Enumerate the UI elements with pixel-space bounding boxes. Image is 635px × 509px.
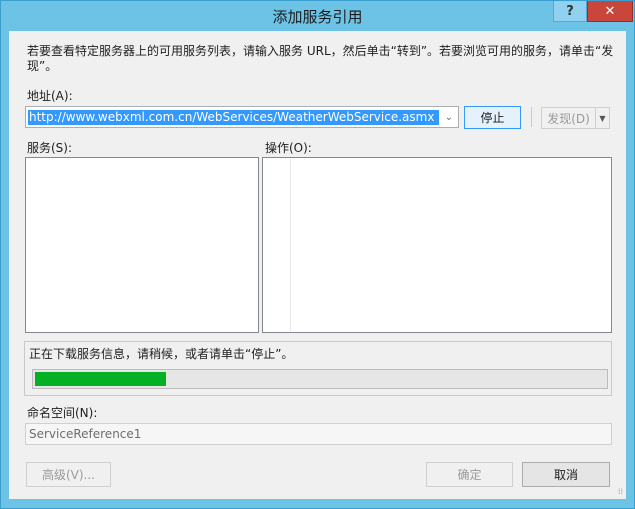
address-combobox[interactable]: http://www.webxml.com.cn/WebServices/Wea… bbox=[25, 106, 459, 128]
chevron-down-icon: ⌄ bbox=[444, 111, 454, 123]
title-bar[interactable]: 添加服务引用 ? ✕ bbox=[1, 1, 634, 31]
triangle-down-icon: ▼ bbox=[599, 113, 606, 123]
advanced-button-label: 高级(V)... bbox=[41, 468, 96, 482]
ok-button[interactable]: 确定 bbox=[426, 462, 513, 487]
dialog-body: 若要查看特定服务器上的可用服务列表，请输入服务 URL，然后单击“转到”。若要浏… bbox=[9, 31, 626, 499]
download-progress-bar bbox=[32, 369, 608, 389]
cancel-button-label: 取消 bbox=[553, 468, 578, 482]
services-tree[interactable] bbox=[25, 157, 259, 333]
address-label: 地址(A): bbox=[27, 89, 73, 103]
close-icon: ✕ bbox=[604, 3, 616, 19]
discover-dropdown-button[interactable]: ▼ bbox=[595, 107, 610, 129]
stop-button[interactable]: 停止 bbox=[464, 106, 521, 129]
toolbar-separator bbox=[531, 107, 532, 127]
cancel-button[interactable]: 取消 bbox=[522, 462, 610, 487]
advanced-button[interactable]: 高级(V)... bbox=[26, 462, 111, 487]
operations-list[interactable] bbox=[262, 157, 612, 333]
services-label: 服务(S): bbox=[27, 141, 73, 155]
namespace-label: 命名空间(N): bbox=[27, 406, 98, 420]
status-text: 正在下载服务信息，请稍候，或者请单击“停止”。 bbox=[29, 347, 294, 361]
discover-button-label: 发现(D) bbox=[547, 111, 590, 126]
address-dropdown-button[interactable]: ⌄ bbox=[440, 107, 458, 127]
discover-button[interactable]: 发现(D) bbox=[541, 107, 596, 129]
namespace-input[interactable]: ServiceReference1 bbox=[25, 423, 612, 445]
dialog-window: 添加服务引用 ? ✕ 若要查看特定服务器上的可用服务列表，请输入服务 URL，然… bbox=[0, 0, 635, 509]
progress-fill bbox=[35, 372, 167, 386]
status-panel: 正在下载服务信息，请稍候，或者请单击“停止”。 bbox=[24, 341, 612, 396]
help-button[interactable]: ? bbox=[553, 1, 587, 22]
close-button[interactable]: ✕ bbox=[587, 1, 633, 22]
instructions-text: 若要查看特定服务器上的可用服务列表，请输入服务 URL，然后单击“转到”。若要浏… bbox=[27, 44, 614, 73]
operations-label: 操作(O): bbox=[265, 141, 312, 155]
window-title: 添加服务引用 bbox=[272, 8, 363, 26]
resize-grip-icon[interactable]: ⁞⁞ bbox=[618, 487, 623, 496]
ok-button-label: 确定 bbox=[457, 468, 482, 482]
operations-column-divider bbox=[290, 159, 291, 331]
address-input-selected-text[interactable]: http://www.webxml.com.cn/WebServices/Wea… bbox=[28, 110, 439, 125]
stop-button-label: 停止 bbox=[480, 111, 505, 125]
help-icon: ? bbox=[566, 3, 574, 19]
